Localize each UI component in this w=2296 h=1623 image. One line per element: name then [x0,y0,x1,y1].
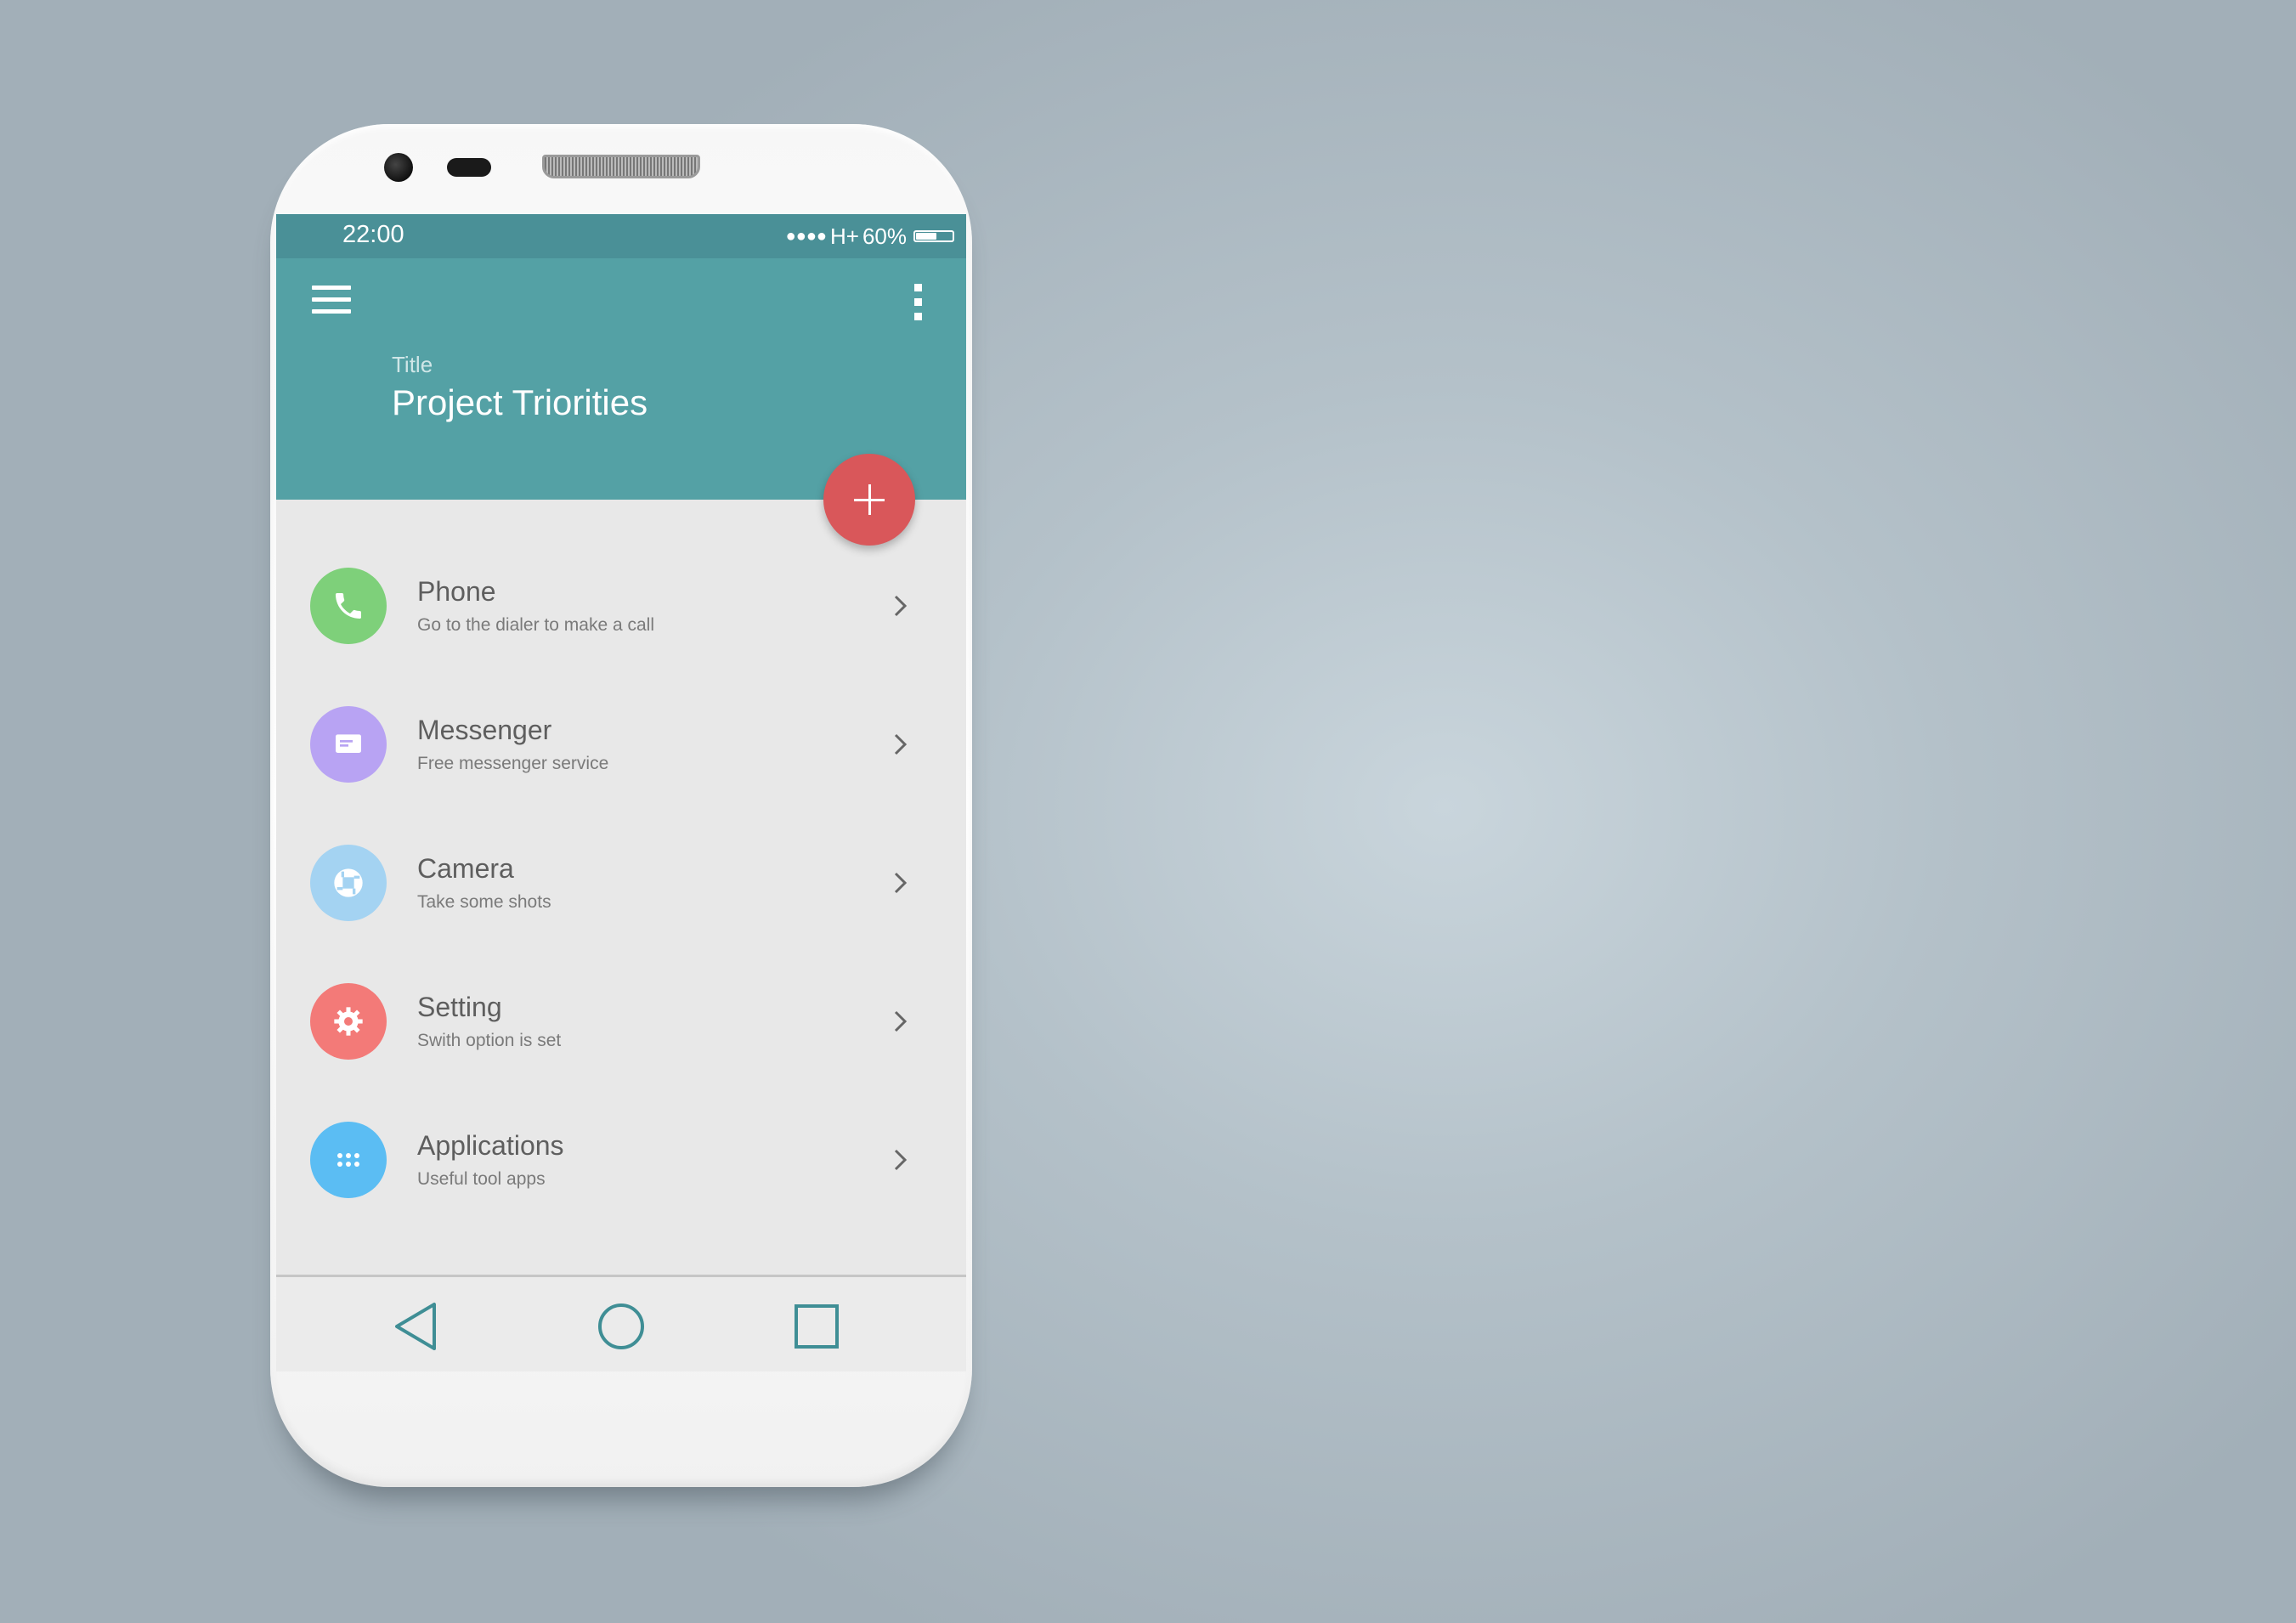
item-title: Camera [417,853,514,884]
item-subtitle: Useful tool apps [417,1169,546,1189]
status-bar: 22:00 ●●●● H+ 60% [276,214,966,258]
battery-icon [913,230,954,242]
item-title: Setting [417,992,502,1022]
item-title: Applications [417,1130,564,1161]
navigation-bar [276,1277,966,1371]
home-circle-icon[interactable] [596,1301,647,1352]
chevron-right-icon [894,733,908,755]
phone-device: 22:00 ●●●● H+ 60% Title Project Trioriti… [270,124,972,1487]
gear-icon [310,983,387,1060]
chevron-right-icon [894,1010,908,1032]
add-button[interactable] [823,454,915,546]
item-subtitle: Take some shots [417,892,551,912]
title-label: Title [392,352,433,377]
chevron-right-icon [894,1149,908,1171]
network-type: H+ [829,223,859,249]
apps-grid-icon [310,1122,387,1198]
list-item-setting[interactable]: Setting Swith option is set [276,949,966,1088]
front-camera [384,153,413,182]
earpiece-speaker [542,155,700,178]
item-subtitle: Swith option is set [417,1031,562,1050]
page-title: Project Triorities [392,382,648,422]
battery-fill [916,233,937,240]
item-subtitle: Free messenger service [417,754,609,773]
list-item-camera[interactable]: Camera Take some shots [276,811,966,949]
list-item-phone[interactable]: Phone Go to the dialer to make a call [276,534,966,672]
camera-shutter-icon [310,845,387,921]
item-title: Phone [417,576,496,607]
list-item-applications[interactable]: Applications Useful tool apps [276,1088,966,1226]
recents-square-icon[interactable] [791,1301,842,1352]
app-list: Phone Go to the dialer to make a call Me… [276,534,966,1226]
back-triangle-icon[interactable] [390,1301,441,1352]
hamburger-menu-icon[interactable] [312,284,353,318]
status-time: 22:00 [342,221,404,248]
signal-icon: ●●●● [785,226,827,246]
screen: 22:00 ●●●● H+ 60% Title Project Trioriti… [276,214,966,1371]
message-icon [310,706,387,783]
battery-percent: 60% [862,223,907,249]
chevron-right-icon [894,595,908,617]
item-subtitle: Go to the dialer to make a call [417,615,654,635]
list-item-messenger[interactable]: Messenger Free messenger service [276,672,966,811]
phone-icon [310,568,387,644]
status-indicators: ●●●● H+ 60% [786,223,954,250]
chevron-right-icon [894,872,908,894]
item-title: Messenger [417,715,552,745]
proximity-sensor [447,158,491,177]
more-vertical-icon[interactable] [910,284,927,321]
